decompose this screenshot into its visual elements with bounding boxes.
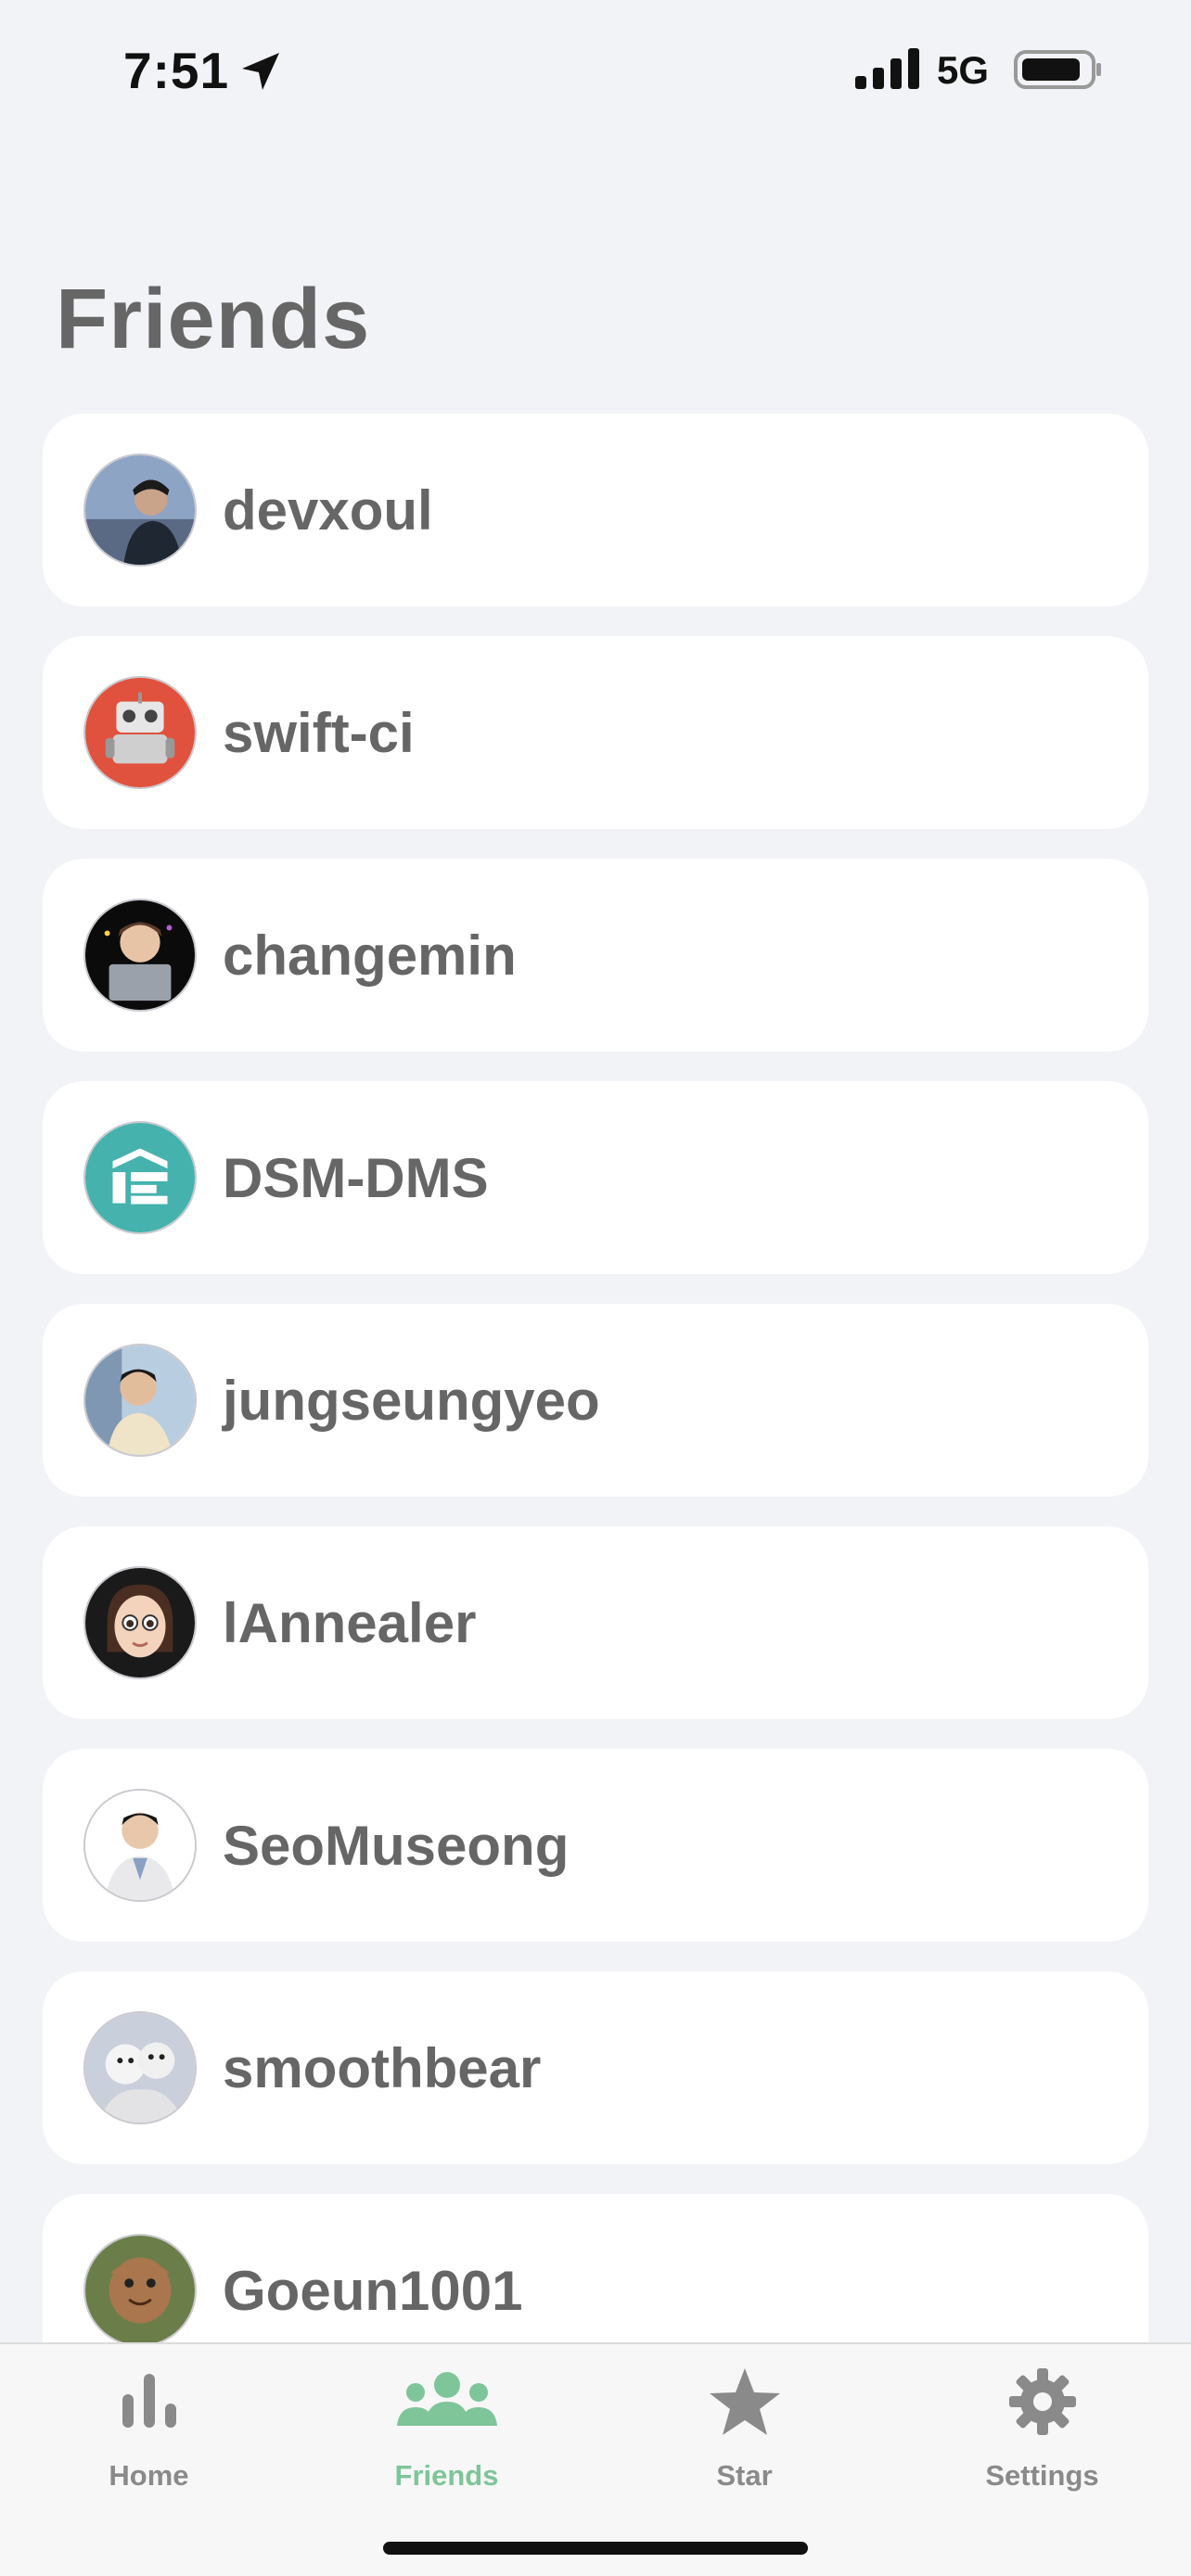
tab-friends[interactable]: Friends xyxy=(298,2344,596,2493)
friend-name: smoothbear xyxy=(223,2037,542,2099)
friend-row[interactable]: lAnnealer xyxy=(43,1526,1148,1719)
status-time: 7:51 xyxy=(123,42,230,99)
friend-avatar xyxy=(83,1789,197,1902)
friend-name: changemin xyxy=(223,925,517,987)
friend-row[interactable]: DSM-DMS xyxy=(43,1081,1148,1274)
friend-name: devxoul xyxy=(223,479,433,542)
friend-avatar xyxy=(83,453,197,567)
battery-icon xyxy=(1014,48,1103,91)
tab-friends-label: Friends xyxy=(394,2459,499,2492)
friend-avatar xyxy=(83,676,197,789)
network-type: 5G xyxy=(937,48,990,92)
status-bar: 7:51 5G xyxy=(0,0,1191,139)
bar-chart-icon xyxy=(117,2366,182,2436)
star-icon xyxy=(708,2366,782,2442)
friend-avatar xyxy=(83,1344,197,1457)
page-title: Friends xyxy=(56,272,371,366)
tab-star-label: Star xyxy=(716,2459,773,2492)
friend-name: swift-ci xyxy=(223,702,415,764)
friend-name: SeoMuseong xyxy=(223,1815,570,1877)
friend-name: DSM-DMS xyxy=(223,1147,489,1209)
location-arrow-icon xyxy=(237,48,284,95)
tab-home-label: Home xyxy=(109,2459,189,2492)
friend-row[interactable]: jungseungyeo xyxy=(43,1304,1148,1497)
friend-name: lAnnealer xyxy=(223,1592,477,1654)
friend-avatar xyxy=(83,2234,197,2347)
friend-avatar xyxy=(83,899,197,1012)
gear-icon xyxy=(1007,2366,1078,2442)
tab-settings-label: Settings xyxy=(985,2459,1099,2492)
friend-avatar xyxy=(83,2011,197,2124)
friend-avatar xyxy=(83,1566,197,1679)
friend-row[interactable]: changemin xyxy=(43,859,1148,1052)
tab-star[interactable]: Star xyxy=(596,2344,893,2493)
people-icon xyxy=(395,2366,499,2436)
friend-row[interactable]: SeoMuseong xyxy=(43,1749,1148,1942)
friend-avatar xyxy=(83,1121,197,1234)
friend-name: jungseungyeo xyxy=(223,1370,600,1432)
tab-settings[interactable]: Settings xyxy=(893,2344,1191,2493)
friend-row[interactable]: smoothbear xyxy=(43,1971,1148,2164)
signal-icon xyxy=(855,48,920,89)
tab-home[interactable]: Home xyxy=(0,2344,298,2493)
friend-name: Goeun1001 xyxy=(223,2260,523,2322)
home-indicator[interactable] xyxy=(383,2542,808,2555)
friend-row[interactable]: devxoul xyxy=(43,414,1148,606)
friend-row[interactable]: swift-ci xyxy=(43,636,1148,829)
friend-list: devxoul swift-ci changemin DSM-DMS jungs… xyxy=(43,414,1148,2417)
